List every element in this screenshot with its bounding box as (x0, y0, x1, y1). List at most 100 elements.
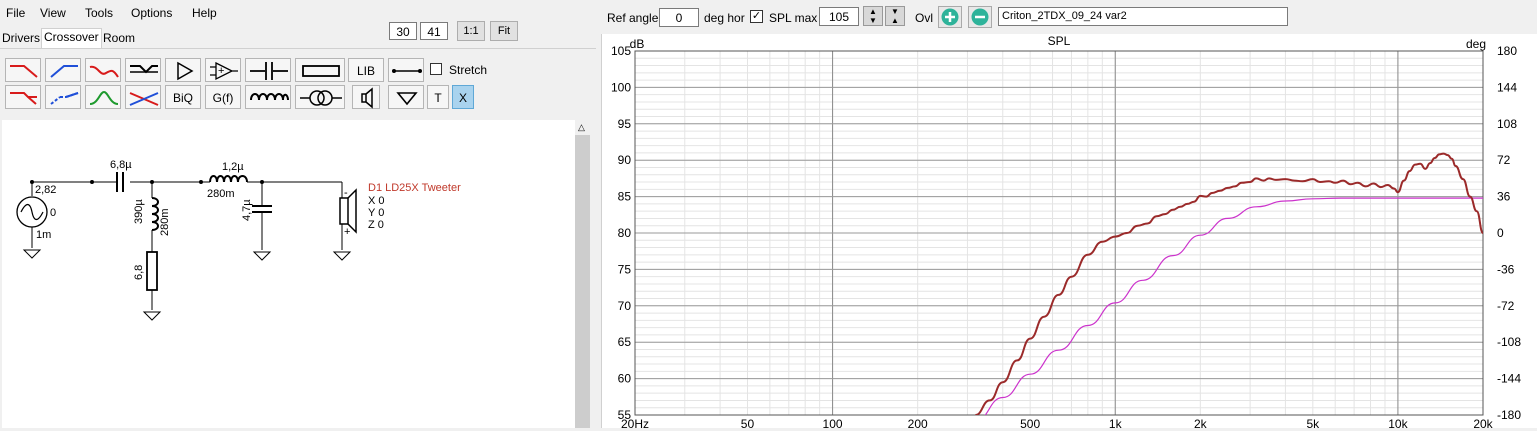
tab-divider (0, 48, 596, 49)
series-group (975, 152, 1483, 415)
spl-reset-icon[interactable]: ▼ ▲ (885, 6, 905, 26)
driver-x-label: X 0 (368, 195, 385, 207)
menu-help[interactable]: Help (192, 6, 217, 20)
inductor-icon (250, 93, 289, 101)
buffer-icon (177, 61, 194, 81)
remove-overlay-button[interactable] (968, 6, 992, 28)
driver-z-label: Z 0 (368, 219, 384, 231)
zoom-field-1[interactable]: 30 (389, 22, 417, 40)
schematic-scroll-thumb[interactable] (575, 135, 590, 428)
lowpass-1st-button[interactable] (5, 58, 41, 82)
one-to-one-button[interactable]: 1:1 (457, 21, 485, 41)
deg-hor-label: deg hor (704, 11, 745, 25)
y2-tick-label: -36 (1497, 262, 1515, 276)
plus-circle-icon (941, 8, 959, 26)
x-tick-label: 1k (1109, 417, 1123, 428)
crossover-icon (129, 92, 159, 106)
y-tick-label: 85 (618, 190, 632, 204)
y2-tick-label: -180 (1497, 408, 1521, 422)
text-button[interactable]: T (427, 85, 449, 109)
resistor-icon (302, 65, 340, 77)
notch-button[interactable] (125, 58, 161, 82)
capacitor-button[interactable] (245, 58, 291, 82)
ground-button[interactable] (388, 85, 424, 109)
driver-name-label[interactable]: D1 LD25X Tweeter (368, 182, 461, 194)
menu-view[interactable]: View (40, 6, 66, 20)
lib-button[interactable]: LIB (348, 58, 384, 82)
delete-button[interactable]: X (452, 85, 474, 109)
y2-tick-label: 144 (1497, 80, 1517, 94)
peaking-icon (89, 90, 119, 105)
highpass-2nd-icon (50, 92, 79, 105)
y2-tick-label: 108 (1497, 117, 1517, 131)
stretch-checkbox[interactable] (430, 63, 442, 75)
biquad-button[interactable]: BiQ (165, 85, 201, 109)
r1-value-label: 6,8 (133, 265, 145, 280)
highpass-1st-button[interactable] (45, 58, 81, 82)
biquad-label: BiQ (172, 91, 193, 105)
peaking-button[interactable] (85, 85, 121, 109)
y2-tick-label: 180 (1497, 44, 1517, 58)
gf-label: G(f) (212, 91, 234, 105)
ovl-label: Ovl (915, 11, 933, 25)
gf-button[interactable]: G(f) (205, 85, 241, 109)
tab-crossover[interactable]: Crossover (41, 28, 102, 49)
source-voltage-label: 2,82 (35, 184, 56, 196)
y2-tick-label: -108 (1497, 335, 1521, 349)
spl-max-input[interactable]: 105 (819, 7, 859, 26)
speaker-button[interactable] (352, 85, 380, 109)
resistor-button[interactable] (295, 58, 345, 82)
fit-button[interactable]: Fit (490, 21, 518, 41)
lowpass-2nd-icon (10, 92, 37, 105)
wire-icon (392, 69, 422, 73)
menu-file[interactable]: File (6, 6, 25, 20)
add-overlay-button[interactable] (938, 6, 962, 28)
y-tick-label: 80 (618, 226, 632, 240)
spl-max-checkbox[interactable]: ✓ (750, 10, 763, 23)
schematic-canvas[interactable]: 2,82 0 1m 6,8µ 390µ 280m 6,8 1,2µ 280m 4… (2, 120, 576, 428)
source-phase-label: 0 (50, 207, 56, 219)
l1-value-label: 390µ (133, 199, 145, 224)
tab-drivers[interactable]: Drivers (0, 30, 42, 47)
lib-label: LIB (356, 64, 375, 78)
y2-tick-label: 72 (1497, 153, 1511, 167)
scroll-up-icon[interactable]: △ (578, 122, 585, 133)
transformer-button[interactable] (295, 85, 345, 109)
y-tick-label: 95 (618, 117, 632, 131)
highpass-1st-icon (50, 65, 78, 78)
lowpass-2nd-button[interactable] (5, 85, 41, 109)
zoom-field-2[interactable]: 41 (420, 22, 448, 40)
driver-plus-label: + (344, 226, 350, 238)
y-axis-label: dB (630, 37, 645, 51)
ref-angle-input[interactable]: 0 (659, 8, 699, 27)
c1-value-label: 6,8µ (110, 159, 132, 171)
crossover-button[interactable] (125, 85, 161, 109)
notch-icon (130, 65, 158, 74)
l2-value-label: 1,2µ (222, 161, 244, 173)
menu-tools[interactable]: Tools (85, 6, 113, 20)
project-name-input[interactable]: Criton_2TDX_09_24 var2 (998, 7, 1288, 26)
x-tick-label: 20k (1473, 417, 1493, 428)
capacitor-icon (250, 62, 288, 80)
bandpass-button[interactable] (85, 58, 121, 82)
y-tick-label: 100 (611, 80, 631, 94)
spl-spin-icon[interactable]: ▲ ▼ (863, 6, 883, 26)
spl-chart-panel: 105 100 95 90 85 80 75 70 65 60 55 180 144 108 72 36 0 -3… (601, 34, 1537, 431)
opamp-button[interactable]: + (205, 58, 241, 82)
y2-tick-label: 0 (1497, 226, 1504, 240)
tab-room[interactable]: Room (101, 30, 137, 47)
highpass-2nd-button[interactable] (45, 85, 81, 109)
l1-resistance-label: 280m (159, 208, 171, 236)
target-curve (984, 197, 1483, 415)
y-tick-label: 60 (618, 372, 632, 386)
stretch-label: Stretch (449, 63, 488, 77)
buffer-button[interactable] (165, 58, 201, 82)
spl-chart[interactable]: 10510095908580757065605518014410872360-3… (602, 34, 1537, 431)
major-grid (635, 50, 1483, 416)
wire-button[interactable] (388, 58, 424, 82)
chart-title: SPL (1048, 34, 1071, 48)
l2-resistance-label: 280m (207, 188, 235, 200)
inductor-button[interactable] (245, 85, 291, 109)
menu-options[interactable]: Options (131, 6, 172, 20)
speaker-icon (361, 87, 373, 109)
